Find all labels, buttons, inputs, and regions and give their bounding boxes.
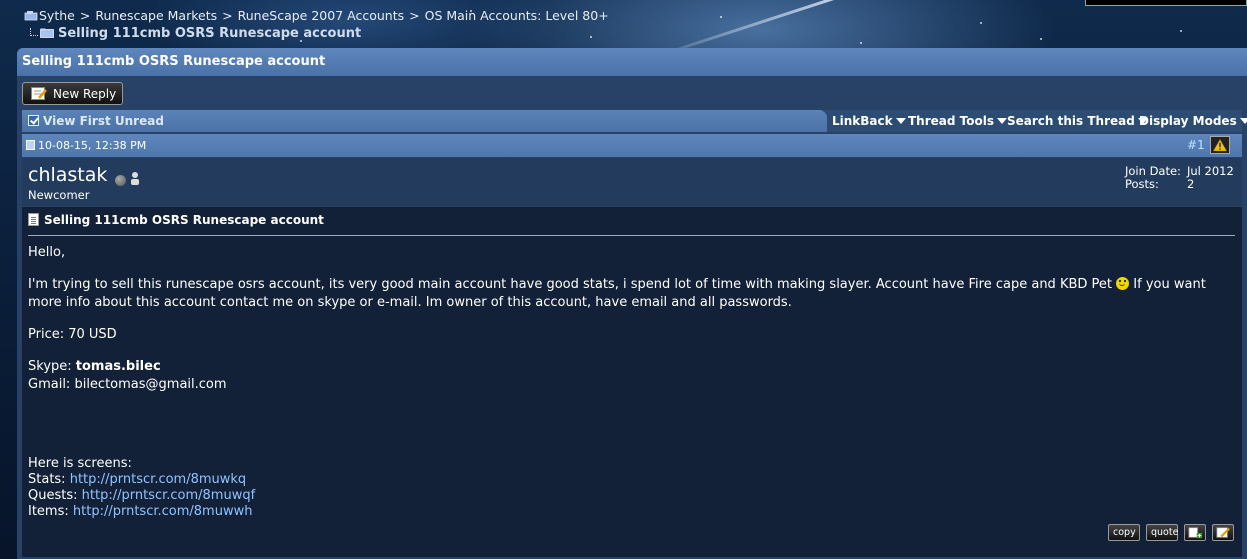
breadcrumb-separator: > [409,8,420,23]
view-first-unread-link[interactable]: View First Unread [22,110,827,132]
linkback-menu[interactable]: LinkBack [832,114,906,128]
post-paragraph: I'm trying to sell this runescape osrs a… [28,276,1233,312]
thread-frame: Selling 111cmb OSRS Runescape account Ne… [17,48,1247,559]
posts-count: 2 [1187,177,1195,191]
current-thread-title: Selling 111cmb OSRS Runescape account [58,26,362,41]
multiquote-icon[interactable] [1184,524,1206,541]
gmail-line: Gmail: bilectomas@gmail.com [28,376,1233,394]
breadcrumb-sythe[interactable]: Sythe [39,8,75,23]
report-warning-icon[interactable] [1210,136,1230,154]
breadcrumb-os-main-accounts[interactable]: OS Main Accounts: Level 80+ [425,8,609,23]
post-status-icon [26,140,35,150]
thread-tools-bar: View First Unread LinkBack Thread Tools … [22,110,1247,132]
user-info-row: chlastak Newcomer Join Date: Jul 2012 Pos… [22,158,1242,206]
breadcrumb-separator: > [222,8,233,23]
caret-down-icon [1239,118,1247,124]
post-title: Selling 111cmb OSRS Runescape account [28,213,324,227]
post-greeting: Hello, [28,245,66,260]
quests-line: Quests: http://prntscr.com/8muwqf [28,488,1233,504]
stats-link[interactable]: http://prntscr.com/8muwkq [70,472,246,487]
user-rank: Newcomer [28,188,90,202]
user-profile-icon[interactable] [129,171,141,186]
stats-line: Stats: http://prntscr.com/8muwkq [28,472,1233,488]
copy-button[interactable]: copy [1108,524,1140,541]
username-link[interactable]: chlastak [28,164,107,186]
breadcrumb-2007-accounts[interactable]: RuneScape 2007 Accounts [238,8,405,23]
skype-label: Skype: [28,359,72,374]
skype-value: tomas.bilec [75,359,161,374]
folder-icon [40,28,54,38]
user-stats: Join Date: Jul 2012 Posts: 2 [1125,165,1234,191]
gmail-label: Gmail: [28,377,71,392]
breadcrumb-runescape-markets[interactable]: Runescape Markets [95,8,217,23]
new-reply-button[interactable]: New Reply [22,82,123,105]
items-label: Items: [28,504,69,519]
document-icon [28,213,39,226]
display-modes-menu[interactable]: Display Modes [1139,114,1247,128]
join-date-value: Jul 2012 [1187,164,1234,178]
breadcrumb-separator: > [79,8,91,23]
items-line: Items: http://prntscr.com/8muwwh [28,504,1233,520]
thread-tools-menu[interactable]: Thread Tools [908,114,1007,128]
screens-intro: Here is screens: [28,456,132,471]
search-thread-menu[interactable]: Search this Thread [1007,114,1148,128]
post-title-text: Selling 111cmb OSRS Runescape account [44,213,324,227]
new-reply-label: New Reply [53,87,117,101]
display-modes-label: Display Modes [1139,114,1237,128]
post-message: Hello, I'm trying to sell this runescape… [28,244,1233,520]
checkbox-icon [28,115,39,126]
top-right-box [1085,0,1247,6]
breadcrumb-current-thread: Selling 111cmb OSRS Runescape account [30,26,361,41]
view-first-unread-label: View First Unread [43,114,164,128]
quote-button[interactable]: quote [1146,524,1178,541]
caret-down-icon [895,118,906,124]
post-header: 10-08-15, 12:38 PM #1 [22,134,1242,157]
post-number-link[interactable]: #1 [1187,138,1205,152]
pencil-icon [31,87,47,100]
divider [28,235,1235,236]
thread-title: Selling 111cmb OSRS Runescape account [22,54,326,69]
quick-reply-icon[interactable] [1212,524,1234,541]
post-date: 10-08-15, 12:38 PM [38,139,147,152]
tree-line [30,28,38,36]
quests-link[interactable]: http://prntscr.com/8muwqf [82,488,256,503]
search-thread-label: Search this Thread [1007,114,1135,128]
breadcrumb: Sythe > Runescape Markets > RuneScape 2007 A… [24,8,609,23]
post-price: Price: 70 USD [28,327,117,342]
post-body: Selling 111cmb OSRS Runescape account He… [22,207,1242,557]
caret-down-icon [997,118,1007,124]
thread-tools-label: Thread Tools [908,114,994,128]
post-body-part1: I'm trying to sell this runescape osrs a… [28,277,1113,292]
gmail-value: bilectomas@gmail.com [74,377,227,392]
skype-line: Skype: tomas.bilec [28,358,1233,376]
items-link[interactable]: http://prntscr.com/8muwwh [73,504,253,519]
offline-status-icon [115,175,126,186]
smiley-icon [1116,277,1130,290]
quests-label: Quests: [28,488,78,503]
thread-title-bar: Selling 111cmb OSRS Runescape account [17,48,1247,76]
linkback-label: LinkBack [832,114,893,128]
posts-label: Posts: [1125,177,1159,191]
home-icon[interactable] [24,10,38,21]
stats-label: Stats: [28,472,66,487]
